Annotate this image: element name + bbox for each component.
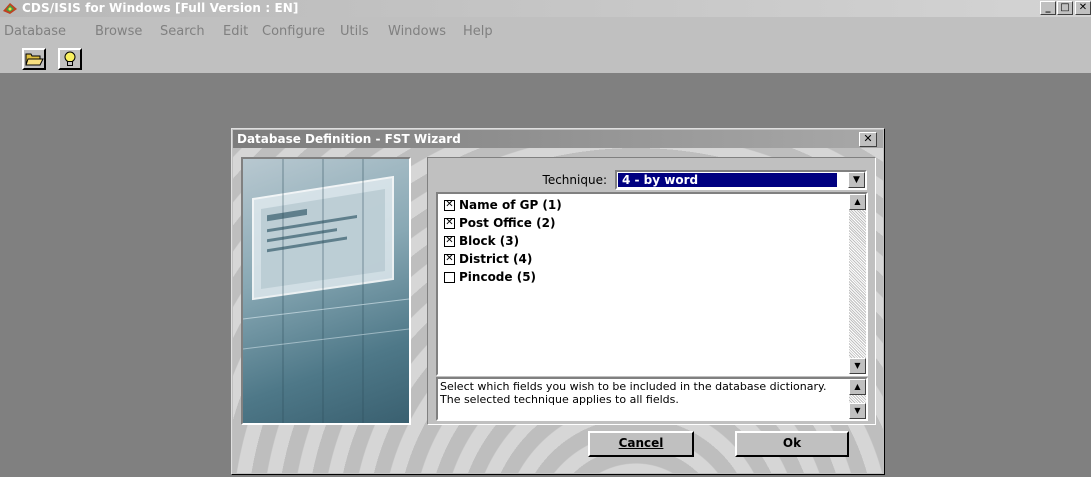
ok-button-label: Ok: [782, 436, 802, 450]
help-box: Select which fields you wish to be inclu…: [436, 377, 868, 421]
open-database-button[interactable]: [22, 48, 46, 70]
scroll-down-icon[interactable]: ▼: [849, 403, 866, 419]
dialog-title-bar: Database Definition - FST Wizard ✕: [233, 130, 883, 148]
menu-bar: Database Browse Search Edit Configure Ut…: [0, 17, 1091, 45]
wizard-illustration: [241, 157, 411, 425]
field-label: District (4): [459, 252, 533, 266]
field-list[interactable]: ✕ Name of GP (1) ✕ Post Office (2) ✕ Blo…: [436, 192, 868, 376]
scroll-up-icon[interactable]: ▲: [849, 194, 866, 210]
menu-windows[interactable]: Windows: [388, 24, 446, 39]
field-label: Post Office (2): [459, 216, 556, 230]
menu-edit[interactable]: Edit: [223, 24, 248, 39]
technique-label: Technique:: [542, 173, 607, 187]
field-checkbox[interactable]: ✕: [444, 254, 455, 265]
close-button[interactable]: ✕: [1075, 1, 1091, 15]
hint-button[interactable]: [58, 48, 82, 70]
scroll-down-icon[interactable]: ▼: [849, 358, 866, 374]
toolbar: [0, 45, 1091, 74]
field-checkbox[interactable]: ✕: [444, 218, 455, 229]
field-list-scrollbar[interactable]: ▲ ▼: [849, 194, 866, 374]
menu-database[interactable]: Database: [4, 24, 66, 39]
menu-configure[interactable]: Configure: [262, 24, 325, 39]
field-checkbox[interactable]: [444, 272, 455, 283]
field-label: Pincode (5): [459, 270, 537, 284]
help-text: Select which fields you wish to be inclu…: [440, 380, 827, 406]
minimize-button[interactable]: _: [1040, 1, 1056, 15]
chevron-down-icon[interactable]: ▼: [848, 172, 865, 188]
app-title: CDS/ISIS for Windows [Full Version : EN]: [22, 1, 299, 15]
help-scrollbar[interactable]: ▲ ▼: [849, 379, 866, 419]
field-checkbox[interactable]: ✕: [444, 200, 455, 211]
wizard-image: [243, 159, 409, 423]
technique-selected-value: 4 - by word: [618, 173, 837, 187]
menu-help[interactable]: Help: [463, 24, 493, 39]
app-title-bar: CDS/ISIS for Windows [Full Version : EN]…: [0, 0, 1091, 17]
app-icon: [3, 3, 17, 14]
technique-select[interactable]: 4 - by word ▼: [615, 170, 867, 190]
dialog-title: Database Definition - FST Wizard: [237, 132, 461, 146]
menu-utils[interactable]: Utils: [340, 24, 369, 39]
ok-button[interactable]: Ok: [735, 431, 849, 457]
folder-open-icon: [25, 53, 44, 66]
cancel-button[interactable]: Cancel: [588, 431, 694, 457]
cancel-button-label: Cancel: [618, 436, 664, 450]
menu-browse[interactable]: Browse: [95, 24, 142, 39]
scroll-up-icon[interactable]: ▲: [849, 379, 866, 395]
field-checkbox[interactable]: ✕: [444, 236, 455, 247]
menu-search[interactable]: Search: [160, 24, 205, 39]
field-label: Block (3): [459, 234, 520, 248]
dialog-close-button[interactable]: ✕: [859, 132, 877, 147]
maximize-button[interactable]: □: [1057, 1, 1073, 15]
lightbulb-icon: [64, 51, 76, 66]
field-label: Name of GP (1): [459, 198, 562, 212]
